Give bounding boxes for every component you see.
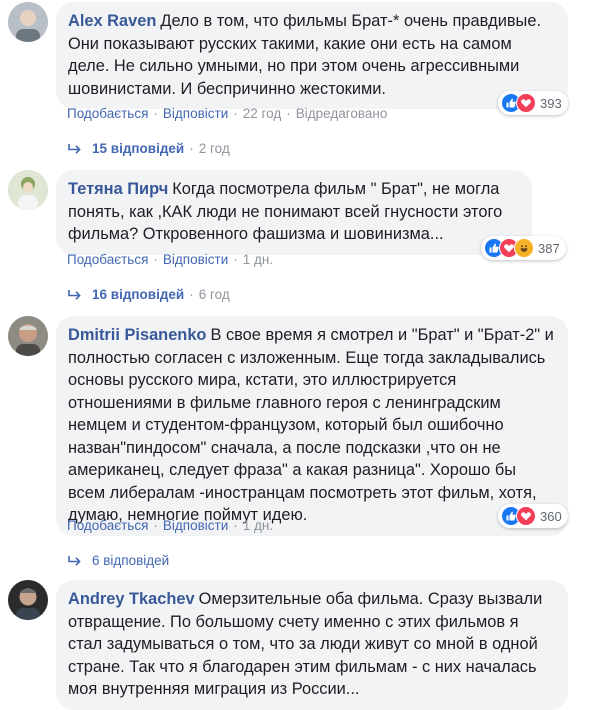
love-icon <box>516 93 536 113</box>
comment-text: В свое время я смотрел и "Брат" и "Брат-… <box>68 326 554 524</box>
author-name[interactable]: Dmitrii Pisanenko <box>68 326 206 344</box>
separator: · <box>233 518 238 533</box>
timestamp[interactable]: 1 дн. <box>243 518 273 533</box>
like-button[interactable]: Подобається <box>67 252 148 267</box>
view-replies[interactable]: 15 відповідей · 2 год <box>68 141 230 156</box>
replies-count-link[interactable]: 15 відповідей <box>92 141 184 156</box>
replies-count-link[interactable]: 6 відповідей <box>92 553 169 568</box>
love-icon <box>516 506 536 526</box>
separator: · <box>233 106 238 121</box>
author-name[interactable]: Тетяна Пирч <box>68 180 168 198</box>
timestamp[interactable]: 1 дн. <box>243 252 273 267</box>
separator: · <box>189 141 194 156</box>
separator: · <box>153 106 158 121</box>
comment-bubble: Dmitrii Pisanenko В свое время я смотрел … <box>56 316 568 536</box>
comment-bubble: Тетяна Пирч Когда посмотрела фильм " Брат… <box>56 170 532 255</box>
separator: · <box>189 287 194 302</box>
author-name[interactable]: Alex Raven <box>68 12 156 30</box>
reply-arrow-icon <box>68 555 81 566</box>
reply-button[interactable]: Відповісти <box>163 252 228 267</box>
reply-arrow-icon <box>68 143 81 154</box>
separator: · <box>233 252 238 267</box>
separator: · <box>153 518 158 533</box>
reactions-summary[interactable]: 393 <box>498 91 568 115</box>
comment-actions: Подобається · Відповісти · 22 год · Відр… <box>67 106 387 121</box>
reaction-count: 387 <box>538 240 560 256</box>
avatar[interactable] <box>8 2 48 42</box>
reaction-count: 393 <box>540 95 562 111</box>
avatar[interactable] <box>8 316 48 356</box>
timestamp[interactable]: 22 год <box>243 106 281 121</box>
view-replies[interactable]: 6 відповідей <box>68 553 169 568</box>
edited-label[interactable]: Відредаговано <box>296 106 388 121</box>
replies-time: 6 год <box>198 287 230 302</box>
avatar[interactable] <box>8 170 48 210</box>
author-name[interactable]: Andrey Tkachev <box>68 590 195 608</box>
view-replies[interactable]: 16 відповідей · 6 год <box>68 287 230 302</box>
reply-button[interactable]: Відповісти <box>163 106 228 121</box>
avatar[interactable] <box>8 580 48 620</box>
replies-time: 2 год <box>198 141 230 156</box>
reply-arrow-icon <box>68 289 81 300</box>
comment-bubble: Alex Raven Дело в том, что фильмы Брат-* … <box>56 2 568 109</box>
reactions-summary[interactable]: 387 <box>481 236 566 260</box>
comment-bubble: Andrey Tkachev Омерзительные оба фильма. … <box>56 580 568 710</box>
reply-button[interactable]: Відповісти <box>163 518 228 533</box>
like-button[interactable]: Подобається <box>67 518 148 533</box>
replies-count-link[interactable]: 16 відповідей <box>92 287 184 302</box>
comment-actions: Подобається · Відповісти · 1 дн. <box>67 518 273 533</box>
reaction-count: 360 <box>540 508 562 524</box>
haha-icon <box>514 238 534 258</box>
reactions-summary[interactable]: 360 <box>498 504 568 528</box>
separator: · <box>153 252 158 267</box>
comment-actions: Подобається · Відповісти · 1 дн. <box>67 252 273 267</box>
like-button[interactable]: Подобається <box>67 106 148 121</box>
separator: · <box>286 106 291 121</box>
